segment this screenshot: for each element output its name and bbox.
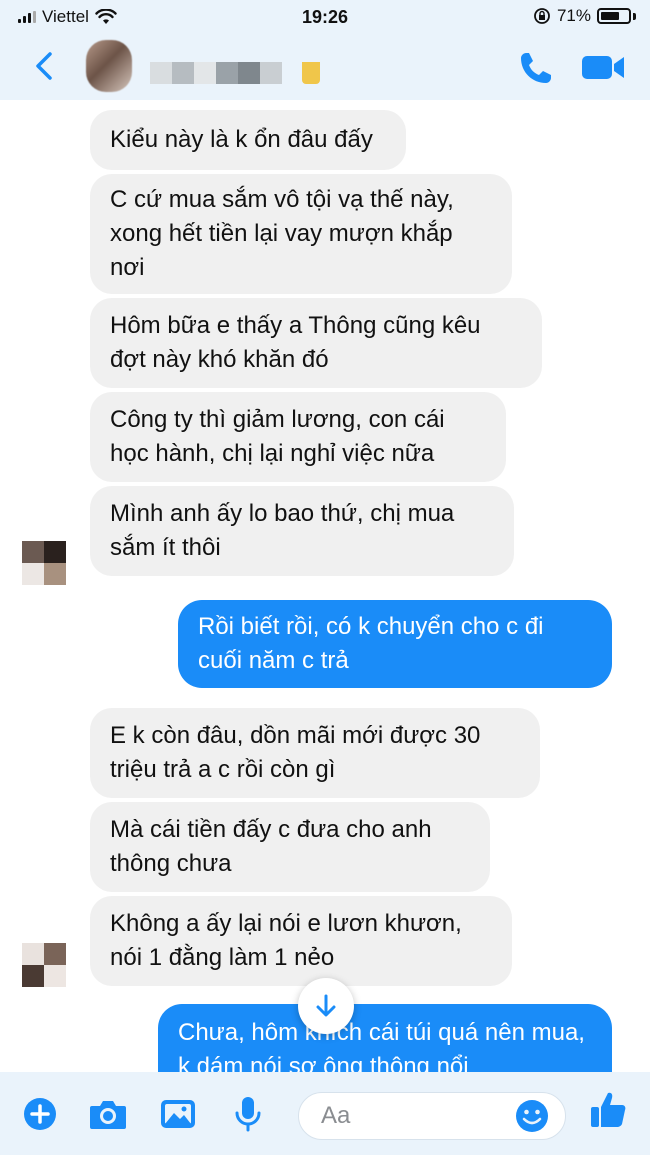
composer-bar bbox=[0, 1072, 650, 1155]
voice-message-button[interactable] bbox=[228, 1094, 268, 1134]
message-bubble-outgoing[interactable]: Rồi biết rồi, có k chuyển cho c đi cuối … bbox=[178, 600, 612, 688]
conversation-header bbox=[0, 34, 650, 100]
thumbs-up-icon bbox=[591, 1092, 626, 1127]
add-button[interactable] bbox=[20, 1094, 60, 1134]
message-bubble-incoming[interactable]: C cứ mua sắm vô tội vạ thế này, xong hết… bbox=[90, 174, 512, 294]
emoji-icon bbox=[516, 1100, 548, 1132]
microphone-icon bbox=[235, 1097, 261, 1132]
scroll-to-bottom-button[interactable] bbox=[298, 978, 354, 1034]
message-list[interactable]: Kiểu này là k ổn đâu đấy C cứ mua sắm vô… bbox=[0, 100, 650, 1072]
status-bar: Viettel 19:26 71% bbox=[0, 0, 650, 34]
message-bubble-incoming[interactable]: Không a ấy lại nói e lươn khươn, nói 1 đ… bbox=[90, 896, 512, 986]
message-bubble-incoming[interactable]: Kiểu này là k ổn đâu đấy bbox=[90, 110, 406, 170]
battery-group: 71% bbox=[533, 6, 636, 26]
chevron-left-icon bbox=[36, 52, 52, 80]
contact-avatar[interactable] bbox=[86, 40, 132, 92]
message-bubble-incoming[interactable]: Mà cái tiền đấy c đưa cho anh thông chưa bbox=[90, 802, 490, 892]
phone-icon bbox=[521, 53, 551, 83]
video-camera-icon bbox=[582, 56, 624, 79]
back-button[interactable] bbox=[28, 48, 64, 84]
video-call-button[interactable] bbox=[580, 50, 628, 84]
orientation-lock-icon bbox=[534, 8, 550, 24]
message-bubble-incoming[interactable]: Mình anh ấy lo bao thứ, chị mua sắm ít t… bbox=[90, 486, 514, 576]
battery-percent: 71% bbox=[556, 6, 591, 25]
gallery-button[interactable] bbox=[158, 1094, 198, 1134]
arrow-down-icon bbox=[316, 994, 336, 1017]
battery-icon bbox=[597, 8, 631, 24]
voice-call-button[interactable] bbox=[516, 48, 556, 88]
camera-button[interactable] bbox=[88, 1094, 128, 1134]
emoji-button[interactable] bbox=[512, 1096, 552, 1136]
photo-icon bbox=[161, 1100, 195, 1128]
sender-avatar[interactable] bbox=[22, 541, 66, 585]
message-bubble-incoming[interactable]: E k còn đâu, dồn mãi mới được 30 triệu t… bbox=[90, 708, 540, 798]
plus-circle-icon bbox=[24, 1098, 56, 1130]
camera-icon bbox=[90, 1101, 126, 1129]
message-bubble-incoming[interactable]: Hôm bữa e thấy a Thông cũng kêu đợt này … bbox=[90, 298, 542, 388]
sender-avatar[interactable] bbox=[22, 943, 66, 987]
message-bubble-incoming[interactable]: Công ty thì giảm lương, con cái học hành… bbox=[90, 392, 506, 482]
contact-name-blurred[interactable] bbox=[150, 62, 320, 84]
message-bubble-outgoing[interactable]: Chưa, hôm khích cái túi quá nên mua, k d… bbox=[158, 1004, 612, 1072]
like-button[interactable] bbox=[588, 1090, 628, 1130]
